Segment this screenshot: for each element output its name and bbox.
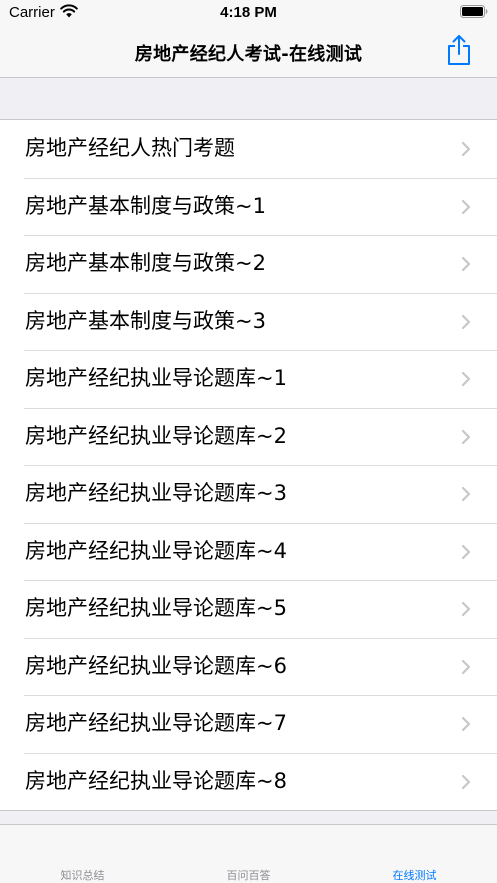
chevron-right-icon bbox=[461, 141, 471, 157]
chevron-right-icon bbox=[461, 774, 471, 789]
list-item-label: 房地产经纪执业导论题库~5 bbox=[25, 596, 287, 620]
list-item[interactable]: 房地产经纪执业导论题库~7 bbox=[0, 695, 497, 753]
chevron-right-icon bbox=[461, 429, 471, 444]
list-item[interactable]: 房地产经纪人热门考题 bbox=[0, 120, 497, 178]
list-item[interactable]: 房地产基本制度与政策~1 bbox=[0, 177, 497, 236]
list-item-label: 房地产经纪执业导论题库~1 bbox=[25, 366, 287, 390]
list-item[interactable]: 房地产经纪执业导论题库~3 bbox=[0, 465, 497, 523]
list-item-label: 房地产基本制度与政策~3 bbox=[25, 308, 266, 333]
list-item[interactable]: 房地产经纪执业导论题库~1 bbox=[0, 350, 497, 408]
list-item-label: 房地产经纪执业导论题库~6 bbox=[25, 653, 287, 678]
page-title: 房地产经纪人考试-在线测试 bbox=[134, 44, 363, 65]
tab-qa[interactable]: 百问百答 bbox=[166, 825, 331, 883]
list-item-label: 房地产基本制度与政策~1 bbox=[25, 193, 266, 218]
list-item-label: 房地产经纪执业导论题库~4 bbox=[25, 538, 287, 563]
screen: Carrier 4:18 PM 房地产经纪人考试-在线测试 房地产经纪人热门考题… bbox=[0, 0, 497, 883]
list-item[interactable]: 房地产基本制度与政策~2 bbox=[0, 235, 497, 293]
chevron-right-icon bbox=[461, 256, 471, 272]
tab-label: 知识总结 bbox=[60, 869, 105, 882]
list-item[interactable]: 房地产经纪执业导论题库~6 bbox=[0, 637, 497, 696]
chevron-right-icon bbox=[461, 716, 471, 732]
list-item[interactable]: 房地产经纪执业导论题库~4 bbox=[0, 522, 497, 581]
tab-label: 百问百答 bbox=[226, 869, 271, 882]
tab-knowledge-summary[interactable]: 知识总结 bbox=[0, 825, 165, 883]
chevron-right-icon bbox=[461, 601, 471, 617]
navigation-bar: 房地产经纪人考试-在线测试 bbox=[0, 26, 497, 78]
list-item[interactable]: 房地产经纪执业导论题库~8 bbox=[0, 752, 497, 811]
chevron-right-icon bbox=[461, 544, 471, 559]
list-item[interactable]: 房地产基本制度与政策~3 bbox=[0, 292, 497, 351]
status-bar: Carrier 4:18 PM bbox=[0, 0, 497, 26]
tab-label: 在线测试 bbox=[392, 869, 437, 882]
list-item-label: 房地产经纪执业导论题库~8 bbox=[25, 768, 287, 793]
chevron-right-icon bbox=[461, 659, 471, 674]
share-icon[interactable] bbox=[446, 34, 472, 66]
test-list: 房地产经纪人热门考题房地产基本制度与政策~1 房地产基本制度与政策~2 房地产基本制… bbox=[0, 119, 497, 811]
list-item[interactable]: 房地产经纪执业导论题库~5 bbox=[0, 580, 497, 638]
tab-bar: 知识总结 百问百答 在线测试 bbox=[0, 824, 497, 883]
list-item-label: 房地产经纪执业导论题库~7 bbox=[25, 711, 287, 735]
chevron-right-icon bbox=[461, 371, 471, 387]
status-time: 4:18 PM bbox=[220, 4, 277, 21]
tab-online-test[interactable]: 在线测试 bbox=[332, 825, 497, 883]
chevron-right-icon bbox=[461, 486, 471, 502]
list-item[interactable]: 房地产经纪执业导论题库~2 bbox=[0, 407, 497, 466]
list-item-label: 房地产经纪人热门考题 bbox=[25, 136, 235, 160]
list-item-label: 房地产经纪执业导论题库~2 bbox=[25, 423, 287, 448]
list-item-label: 房地产基本制度与政策~2 bbox=[25, 251, 266, 275]
list-item-label: 房地产经纪执业导论题库~3 bbox=[25, 481, 287, 505]
chevron-right-icon bbox=[461, 199, 471, 214]
battery-icon bbox=[460, 5, 488, 18]
chevron-right-icon bbox=[461, 314, 471, 329]
